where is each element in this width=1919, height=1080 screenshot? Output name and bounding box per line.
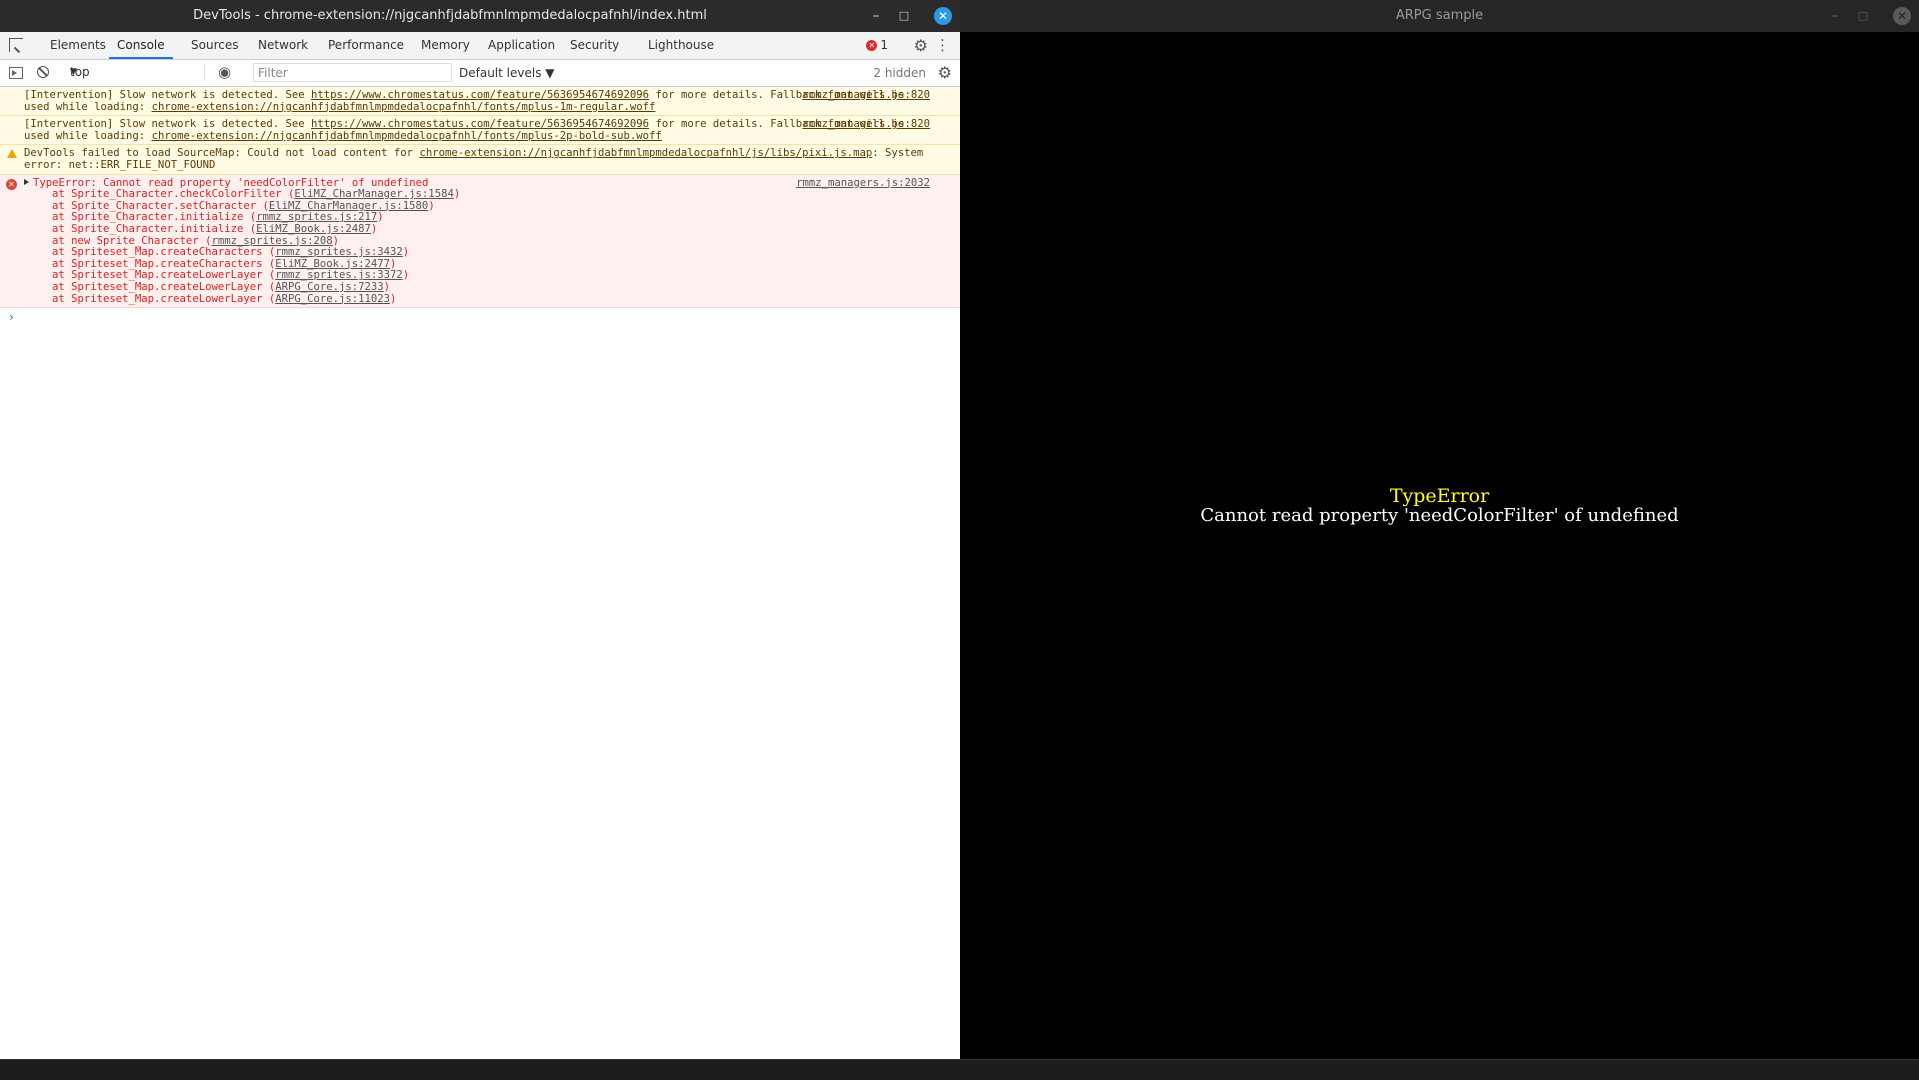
tab-elements[interactable]: Elements [50,32,106,59]
message-link[interactable]: chrome-extension://njgcanhfjdabfmnlmpmde… [152,130,662,142]
error-headline: TypeError: Cannot read property 'needCol… [33,176,429,189]
message-text: [Intervention] Slow network is detected.… [24,118,312,131]
devtools-tab-bar: Elements Console Sources Network Perform… [0,32,960,60]
context-selector[interactable]: top ▼ [52,64,205,81]
stack-frame-link[interactable]: ARPG_Core.js:7233 [275,281,383,293]
stack-frame-link[interactable]: rmmz_sprites.js:208 [211,235,332,247]
show-sidebar-icon[interactable] [9,67,23,79]
game-error-message: Cannot read property 'needColorFilter' o… [1200,505,1679,526]
game-error-title: TypeError [1389,485,1490,507]
filter-input[interactable] [253,63,452,82]
settings-gear-icon[interactable]: ⚙ [914,36,928,55]
message-text: [Intervention] Slow network is detected.… [24,89,312,101]
game-window-title: ARPG sample [1395,8,1484,23]
tab-security[interactable]: Security [570,32,619,59]
console-settings-gear-icon[interactable]: ⚙ [938,63,952,82]
console-warning-message: rmmz_managers.js:820 [Intervention] Slow… [0,87,960,117]
stack-frame-link[interactable]: rmmz_sprites.js:3432 [275,246,403,258]
message-source-link[interactable]: rmmz_managers.js:2032 [796,177,930,190]
devtools-titlebar: DevTools - chrome-extension://njgcanhfjd… [0,0,960,32]
message-link[interactable]: chrome-extension://njgcanhfjdabfmnlmpmde… [152,101,656,113]
taskbar [0,1059,1919,1080]
console-toolbar: top ▼ ◉ Default levels ▼ 2 hidden ⚙ [0,60,960,87]
warning-icon [7,149,17,159]
hidden-messages-count: 2 hidden [873,66,926,80]
game-window: ARPG sample – □ ✕ TypeError Cannot read … [960,0,1919,1059]
console-warning-message: rmmz_managers.js:820 [Intervention] Slow… [0,116,960,146]
log-levels-dropdown[interactable]: Default levels ▼ [459,60,555,86]
game-titlebar: ARPG sample – □ ✕ [960,0,1919,32]
tab-lighthouse[interactable]: Lighthouse [648,32,714,59]
error-count-badge[interactable]: ✕ 1 [866,38,888,52]
live-expression-eye-icon[interactable]: ◉ [218,63,231,81]
tab-memory[interactable]: Memory [421,32,470,59]
minimize-icon[interactable]: – [862,0,890,32]
clear-console-icon[interactable] [37,66,49,78]
expand-triangle-icon[interactable] [24,178,29,185]
stack-frame-link[interactable]: EliMZ_Book.js:2487 [256,223,371,235]
stack-frame-link[interactable]: EliMZ_CharManager.js:1580 [269,200,428,212]
stack-frame-link[interactable]: rmmz_sprites.js:217 [256,211,377,224]
tab-sources[interactable]: Sources [191,32,238,59]
stack-frame-link[interactable]: ARPG_Core.js:11023 [275,293,390,305]
close-icon[interactable]: ✕ [934,7,952,25]
console-prompt[interactable]: › [0,308,960,324]
message-link[interactable]: chrome-extension://njgcanhfjdabfmnlmpmde… [419,147,872,160]
console-output: rmmz_managers.js:820 [Intervention] Slow… [0,87,960,324]
devtools-window: DevTools - chrome-extension://njgcanhfjd… [0,0,960,1059]
close-icon[interactable]: ✕ [1893,7,1911,25]
stack-frame-link[interactable]: EliMZ_CharManager.js:1584 [294,188,453,200]
maximize-icon[interactable]: □ [1849,0,1877,32]
stack-frame-link[interactable]: rmmz_sprites.js:3372 [275,269,403,282]
error-icon: ✕ [866,40,878,51]
maximize-icon[interactable]: □ [890,0,918,32]
tab-performance[interactable]: Performance [328,32,404,59]
inspect-element-icon[interactable] [9,38,23,52]
more-options-icon[interactable]: ⋮ [935,36,950,54]
message-source-link[interactable]: rmmz_managers.js:820 [802,119,930,131]
message-link[interactable]: https://www.chromestatus.com/feature/563… [311,118,649,130]
tab-network[interactable]: Network [258,32,308,59]
dropdown-arrow-icon: ▼ [70,67,77,77]
tab-console[interactable]: Console [109,32,173,59]
stack-frame-link[interactable]: EliMZ_Book.js:2477 [275,258,390,270]
devtools-window-title: DevTools - chrome-extension://njgcanhfjd… [193,8,707,23]
console-warning-message: DevTools failed to load SourceMap: Could… [0,145,960,175]
stack-frame: at Spriteset_Map.createLowerLayer (ARPG_… [52,292,397,305]
message-source-link[interactable]: rmmz_managers.js:820 [802,89,930,102]
message-text: DevTools failed to load SourceMap: Could… [24,147,420,160]
message-link[interactable]: https://www.chromestatus.com/feature/563… [311,89,649,101]
minimize-icon[interactable]: – [1821,0,1849,32]
console-error-message: ✕ rmmz_managers.js:2032 TypeError: Canno… [0,174,960,309]
tab-application[interactable]: Application [488,32,555,59]
error-icon: ✕ [6,178,17,190]
prompt-chevron-icon: › [9,310,14,325]
